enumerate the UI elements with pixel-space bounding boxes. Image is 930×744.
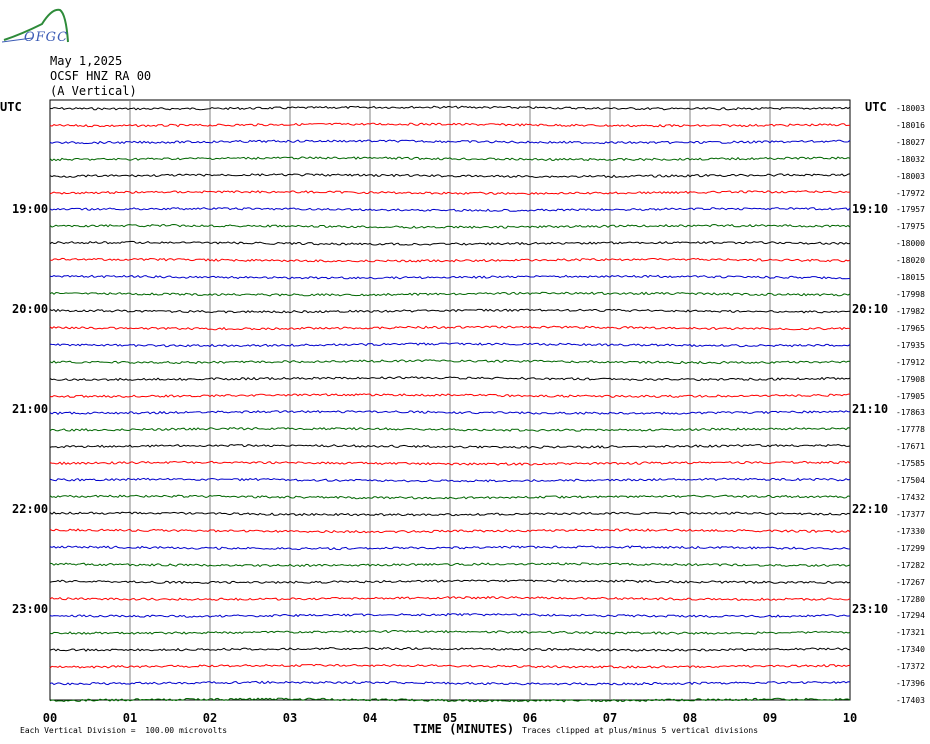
- x-tick-label: 06: [522, 711, 538, 725]
- right-hour-label: 20:10: [852, 302, 889, 316]
- trace-offset-label: -17778: [896, 425, 925, 435]
- scale-note: Each Vertical Division = 100.00 microvol…: [20, 726, 228, 735]
- x-tick-label: 07: [602, 711, 618, 725]
- right-hour-label: 21:10: [852, 402, 889, 416]
- chart-date: May 1,2025: [50, 54, 123, 68]
- trace-offset-label: -17585: [896, 459, 925, 469]
- trace-offset-label: -18003: [896, 171, 925, 181]
- left-hour-label: 23:00: [12, 602, 49, 616]
- trace-offset-label: -17957: [896, 205, 925, 215]
- trace-offset-label: -17965: [896, 323, 925, 333]
- trace-offset-label: -17504: [896, 476, 925, 486]
- trace-offset-label: -17863: [896, 408, 925, 418]
- x-tick-label: 08: [682, 711, 698, 725]
- trace-offset-label: -17321: [896, 628, 925, 638]
- trace-offset-label: -17905: [896, 391, 925, 401]
- x-tick-label: 02: [202, 711, 218, 725]
- trace-offset-label: -17975: [896, 222, 925, 232]
- trace-offset-label: -17340: [896, 645, 925, 655]
- trace-offset-label: -18027: [896, 137, 925, 147]
- right-hour-label: 23:10: [852, 602, 889, 616]
- x-tick-label: 03: [282, 711, 298, 725]
- x-tick-label: 10: [842, 711, 858, 725]
- trace-offset-label: -17280: [896, 594, 925, 604]
- logo-text: OFGC: [24, 30, 69, 45]
- x-tick-label: 04: [362, 711, 378, 725]
- trace-offset-label: -18003: [896, 104, 925, 113]
- trace-offset-label: -17282: [896, 560, 925, 570]
- trace-offset-label: -17372: [896, 662, 925, 672]
- left-hour-label: 21:00: [12, 402, 49, 416]
- x-tick-label: 00: [42, 711, 58, 725]
- trace-offset-label: -17294: [896, 611, 925, 621]
- left-hour-label: 22:00: [12, 502, 49, 516]
- trace-offset-label: -17267: [896, 577, 925, 587]
- left-hour-label: 20:00: [12, 302, 49, 316]
- trace-offset-label: -17403: [896, 696, 925, 705]
- station-label: OCSF HNZ RA 00: [50, 69, 152, 83]
- x-tick-label: 09: [762, 711, 778, 725]
- trace-offset-label: -18016: [896, 120, 925, 130]
- right-hour-label: 22:10: [852, 502, 889, 516]
- x-tick-label: 01: [122, 711, 138, 725]
- right-hour-label: 19:10: [852, 202, 889, 216]
- trace-offset-label: -17908: [896, 374, 925, 384]
- trace-offset-label: -18000: [896, 239, 925, 249]
- trace-offset-label: -17935: [896, 340, 925, 350]
- left-hour-label: 19:00: [12, 202, 49, 216]
- right-utc-label: UTC: [865, 100, 887, 114]
- trace-offset-label: -18020: [896, 256, 925, 266]
- helicorder-plot: [49, 99, 851, 703]
- clip-note: Traces clipped at plus/minus 5 vertical …: [522, 726, 759, 735]
- trace-offset-label: -17998: [896, 290, 925, 300]
- trace-offset-label: -17299: [896, 543, 925, 553]
- x-axis-title: TIME (MINUTES): [413, 722, 515, 736]
- component-label: (A Vertical): [50, 84, 137, 98]
- trace-offset-label: -17432: [896, 493, 925, 503]
- trace-offset-label: -17377: [896, 509, 925, 519]
- trace-offset-label: -17982: [896, 306, 925, 316]
- trace-offset-label: -17330: [896, 526, 925, 536]
- left-utc-label: UTC: [0, 100, 22, 114]
- trace-offset-label: -17972: [896, 188, 925, 198]
- trace-offset-label: -17912: [896, 357, 925, 367]
- trace-offset-label: -18015: [896, 273, 925, 283]
- trace-offset-label: -18032: [896, 154, 925, 164]
- trace-offset-label: -17396: [896, 679, 925, 689]
- ofgc-logo: OFGC: [1, 4, 82, 45]
- trace-offset-label: -17671: [896, 442, 925, 452]
